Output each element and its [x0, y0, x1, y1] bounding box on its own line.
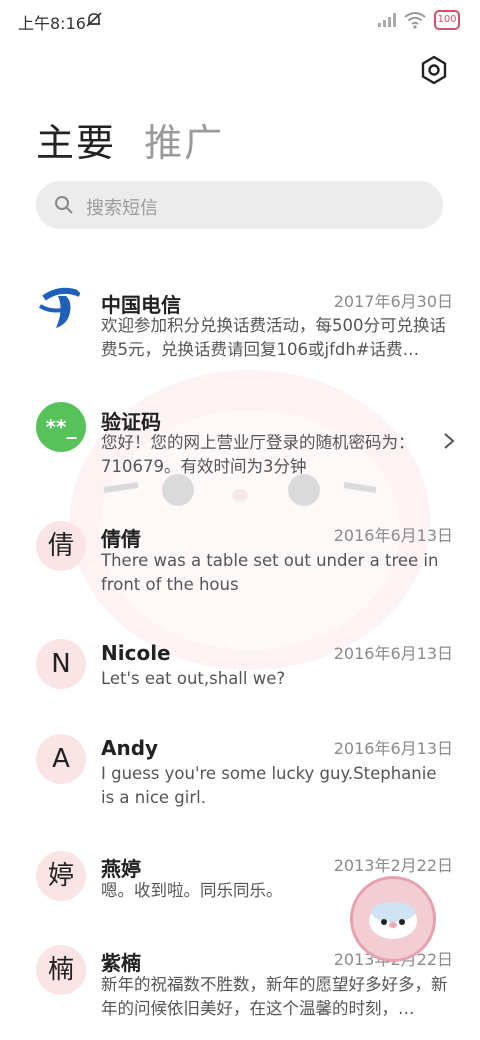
- message-preview: 您好！您的网上营业厅登录的随机密码为：710679。有效时间为3分钟: [101, 433, 415, 476]
- pig-face-icon: [369, 902, 417, 939]
- contact-name: 倩倩: [101, 527, 141, 551]
- tab-bar: 主要 推广: [36, 112, 224, 167]
- search-icon: [55, 196, 73, 214]
- message-date: 2017年6月30日: [333, 292, 453, 311]
- status-bar: 上午8:16 100: [0, 0, 480, 40]
- message-date: 2016年6月13日: [333, 644, 453, 663]
- contact-name: Nicole: [101, 641, 171, 665]
- settings-icon[interactable]: [418, 54, 450, 86]
- contact-name: Andy: [101, 736, 159, 760]
- conversation-item[interactable]: A Andy 2016年6月13日 I guess you're some lu…: [0, 731, 480, 821]
- avatar: N: [36, 639, 86, 689]
- contact-name: 燕婷: [101, 857, 141, 881]
- signal-icon: [378, 13, 396, 27]
- contact-name: 紫楠: [101, 951, 141, 975]
- message-preview: 新年的祝福数不胜数，新年的愿望好多好多，新年的问候依旧美好，在这个温馨的时刻，…: [101, 975, 448, 1018]
- message-preview: 欢迎参加积分兑换话费活动，每500分可兑换话费5元，兑换话费请回复106或jfd…: [101, 316, 446, 359]
- battery-icon: 100: [434, 10, 460, 30]
- message-preview: Let's eat out,shall we?: [101, 669, 286, 688]
- conversation-item[interactable]: 倩 倩倩 2016年6月13日 There was a table set ou…: [0, 518, 480, 608]
- tab-main[interactable]: 主要: [36, 121, 116, 165]
- message-date: 2016年6月13日: [333, 526, 453, 545]
- avatar: 倩: [36, 521, 86, 571]
- message-date: 2016年6月13日: [333, 739, 453, 758]
- conversation-item[interactable]: **_ 验证码 您好！您的网上营业厅登录的随机密码为：710679。有效时间为3…: [0, 400, 480, 490]
- mute-bell-icon: [86, 12, 102, 27]
- chevron-right-icon[interactable]: [442, 431, 456, 451]
- wifi-icon: [404, 12, 426, 29]
- avatar: 婷: [36, 851, 86, 901]
- compose-button[interactable]: [350, 876, 436, 962]
- conversation-item[interactable]: 中国电信 2017年6月30日 欢迎参加积分兑换话费活动，每500分可兑换话费5…: [0, 280, 480, 370]
- avatar: A: [36, 734, 86, 784]
- search-input[interactable]: 搜索短信: [36, 181, 443, 229]
- message-preview: There was a table set out under a tree i…: [101, 551, 439, 594]
- message-date: 2013年2月22日: [333, 856, 453, 875]
- tab-promo[interactable]: 推广: [144, 121, 224, 165]
- avatar: **_: [36, 402, 86, 452]
- search-placeholder: 搜索短信: [86, 198, 158, 219]
- avatar: 楠: [36, 945, 86, 995]
- conversation-item[interactable]: N Nicole 2016年6月13日 Let's eat out,shall …: [0, 636, 480, 716]
- status-time: 上午8:16: [18, 14, 86, 33]
- telecom-logo-icon: [38, 287, 82, 328]
- message-preview: I guess you're some lucky guy.Stephanie …: [101, 764, 437, 807]
